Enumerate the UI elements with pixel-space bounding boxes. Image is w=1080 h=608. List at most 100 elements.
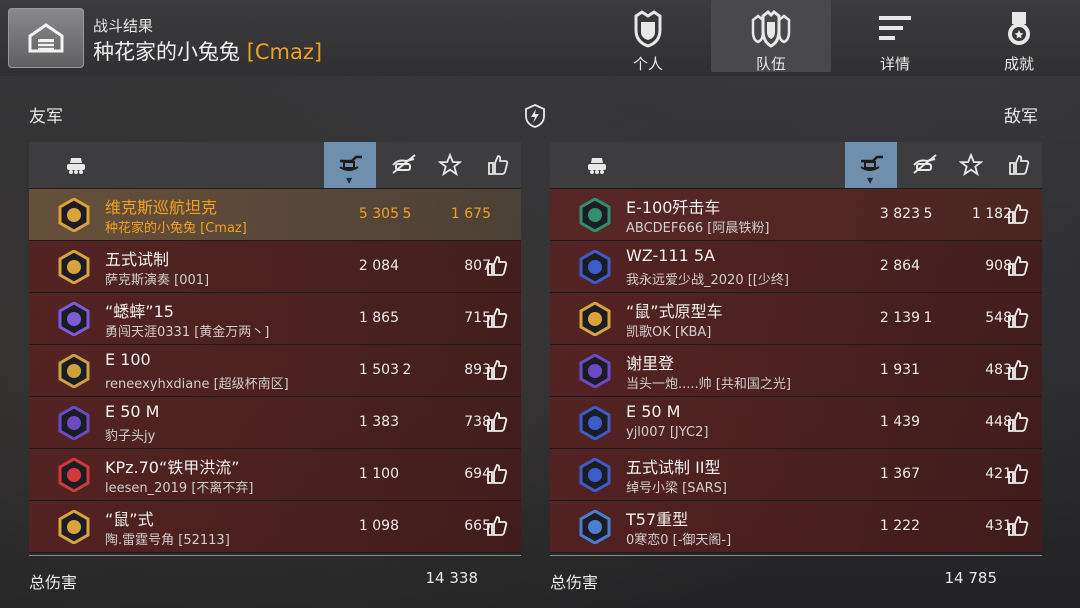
player-row[interactable]: E 50 M yjl007 [JYC2] 1 439 448 xyxy=(550,397,1042,449)
player-row[interactable]: 维克斯巡航坦克 种花家的小兔兔 [Cmaz] 5 305 5 1 675 xyxy=(29,189,521,241)
like-button[interactable] xyxy=(485,306,509,330)
mastery-badge-icon xyxy=(579,458,611,492)
like-button[interactable] xyxy=(1006,254,1030,278)
xp-value: 1 675 xyxy=(450,206,491,222)
tab-details-label: 详情 xyxy=(879,55,910,73)
mastery-badge-icon xyxy=(58,458,90,492)
player-name: 种花家的小兔兔 xyxy=(93,40,240,64)
player-row[interactable]: E-100歼击车 ABCDEF666 [阿晨铁粉] 3 823 5 1 182 xyxy=(550,189,1042,241)
sort-caret-icon: ▼ xyxy=(867,176,874,185)
player-row[interactable]: T57重型 0寒恋0 [-御天阁-] 1 222 431 xyxy=(550,501,1042,553)
xp-value: 483 xyxy=(985,362,1012,378)
tank-name: 维克斯巡航坦克 xyxy=(105,198,218,217)
xp-value: 548 xyxy=(985,310,1012,326)
like-button[interactable] xyxy=(1006,202,1030,226)
enemies-header: ▼ xyxy=(550,142,1042,189)
star-icon xyxy=(438,153,462,177)
player-row[interactable]: E 50 M 豹子头jy 1 383 738 xyxy=(29,397,521,449)
star-icon xyxy=(959,153,983,177)
player-row[interactable]: E 100 reneexyhxdiane [超级杯南区] 1 503 2 893 xyxy=(29,345,521,397)
damage-value: 2 139 xyxy=(879,310,920,326)
enemies-list: E-100歼击车 ABCDEF666 [阿晨铁粉] 3 823 5 1 182 WZ-11… xyxy=(550,189,1042,553)
tab-personal[interactable]: 个人 xyxy=(588,0,708,73)
kills-value: 5 xyxy=(402,206,412,222)
player-row[interactable]: “蟋蟀”15 勇闯天涯0331 [黄金万两丶] 1 865 715 xyxy=(29,293,521,345)
damage-value: 1 503 xyxy=(358,362,399,378)
garage-button[interactable] xyxy=(8,8,84,68)
player-row[interactable]: “鼠”式 陶.雷霆号角 [52113] 1 098 665 xyxy=(29,501,521,553)
kills-value: 1 xyxy=(923,310,933,326)
tab-achievements[interactable]: 成就 xyxy=(959,0,1079,73)
sort-xp-button[interactable] xyxy=(945,142,997,188)
xp-value: 807 xyxy=(464,258,491,274)
sort-kills-button[interactable] xyxy=(897,142,949,188)
damage-value: 1 931 xyxy=(879,362,920,378)
mastery-badge-icon xyxy=(579,250,611,284)
like-button[interactable] xyxy=(485,462,509,486)
sort-caret-icon: ▼ xyxy=(346,176,353,185)
xp-value: 715 xyxy=(464,310,491,326)
tab-details[interactable]: 详情 xyxy=(835,0,955,73)
xp-value: 665 xyxy=(464,518,491,534)
like-button[interactable] xyxy=(485,358,509,382)
damage-value: 2 084 xyxy=(358,258,399,274)
damage-value: 1 098 xyxy=(358,518,399,534)
tab-team-label: 队伍 xyxy=(755,55,786,73)
tank-name: “鼠”式 xyxy=(105,510,154,529)
like-button[interactable] xyxy=(485,514,509,538)
tank-name: 五式试制 xyxy=(105,250,170,269)
kills-value: 2 xyxy=(402,362,412,378)
enemies-title: 敌军 xyxy=(1004,107,1038,127)
player-name: 当头一炮.....帅 [共和国之光] xyxy=(626,377,791,392)
details-icon xyxy=(879,16,911,40)
like-button[interactable] xyxy=(485,254,509,278)
tank-name: 五式试制 II型 xyxy=(626,458,721,477)
damage-value: 1 100 xyxy=(358,466,399,482)
allies-divider xyxy=(29,555,521,556)
medal-icon xyxy=(1008,12,1030,45)
player-row[interactable]: WZ-111 5A 我永远爱少战_2020 [[少终] 2 864 908 xyxy=(550,241,1042,293)
xp-value: 738 xyxy=(464,414,491,430)
xp-value: 1 182 xyxy=(971,206,1012,222)
player-row[interactable]: 五式试制 II型 绰号小梁 [SARS] 1 367 421 xyxy=(550,449,1042,501)
player-row[interactable]: “鼠”式原型车 凯歌OK [KBA] 2 139 1 548 xyxy=(550,293,1042,345)
allies-total-damage: 14 338 xyxy=(425,569,479,587)
like-button[interactable] xyxy=(1006,306,1030,330)
enemies-divider xyxy=(550,555,1042,556)
thumbs-up-icon xyxy=(1009,155,1030,175)
tab-team[interactable]: 队伍 xyxy=(711,0,831,73)
player-name: 种花家的小兔兔 [Cmaz] xyxy=(105,221,247,236)
like-button[interactable] xyxy=(1006,410,1030,434)
tank-name: E 50 M xyxy=(626,402,681,421)
kills-value: 5 xyxy=(923,206,933,222)
player-name: 我永远爱少战_2020 [[少终] xyxy=(626,273,789,288)
player-row[interactable]: 谢里登当头一炮.....帅 [共和国之光] 1 931 483 xyxy=(550,345,1042,397)
tank-name: E 50 M xyxy=(105,402,160,421)
sort-damage-button[interactable]: ▼ xyxy=(324,142,376,188)
tank-name: T57重型 xyxy=(626,510,689,529)
mastery-badge-icon xyxy=(58,510,90,544)
tank-name: 谢里登 xyxy=(626,354,675,373)
tab-achievements-label: 成就 xyxy=(1003,55,1034,73)
like-button[interactable] xyxy=(1006,514,1030,538)
player-title: 种花家的小兔兔 [Cmaz] xyxy=(93,36,322,66)
tank-name: E-100歼击车 xyxy=(626,198,721,217)
mastery-badge-icon xyxy=(58,406,90,440)
sort-xp-button[interactable] xyxy=(424,142,476,188)
team-icon xyxy=(751,10,791,48)
player-name: 凯歌OK [KBA] xyxy=(626,325,712,340)
player-name: ABCDEF666 [阿晨铁粉] xyxy=(626,221,770,236)
player-row[interactable]: KPz.70“铁甲洪流” leesen_2019 [不离不弃] 1 100 694 xyxy=(29,449,521,501)
thumbs-up-icon xyxy=(488,155,509,175)
player-name: 绰号小梁 [SARS] xyxy=(626,481,727,496)
player-clan: [Cmaz] xyxy=(246,40,323,64)
xp-value: 694 xyxy=(464,466,491,482)
like-button[interactable] xyxy=(485,410,509,434)
like-button[interactable] xyxy=(1006,358,1030,382)
like-button[interactable] xyxy=(1006,462,1030,486)
sort-kills-button[interactable] xyxy=(376,142,428,188)
player-row[interactable]: 五式试制 萨克斯演奏 [001] 2 084 807 xyxy=(29,241,521,293)
sort-damage-button[interactable]: ▼ xyxy=(845,142,897,188)
tank-icon xyxy=(588,158,606,174)
kills-icon xyxy=(392,154,416,174)
